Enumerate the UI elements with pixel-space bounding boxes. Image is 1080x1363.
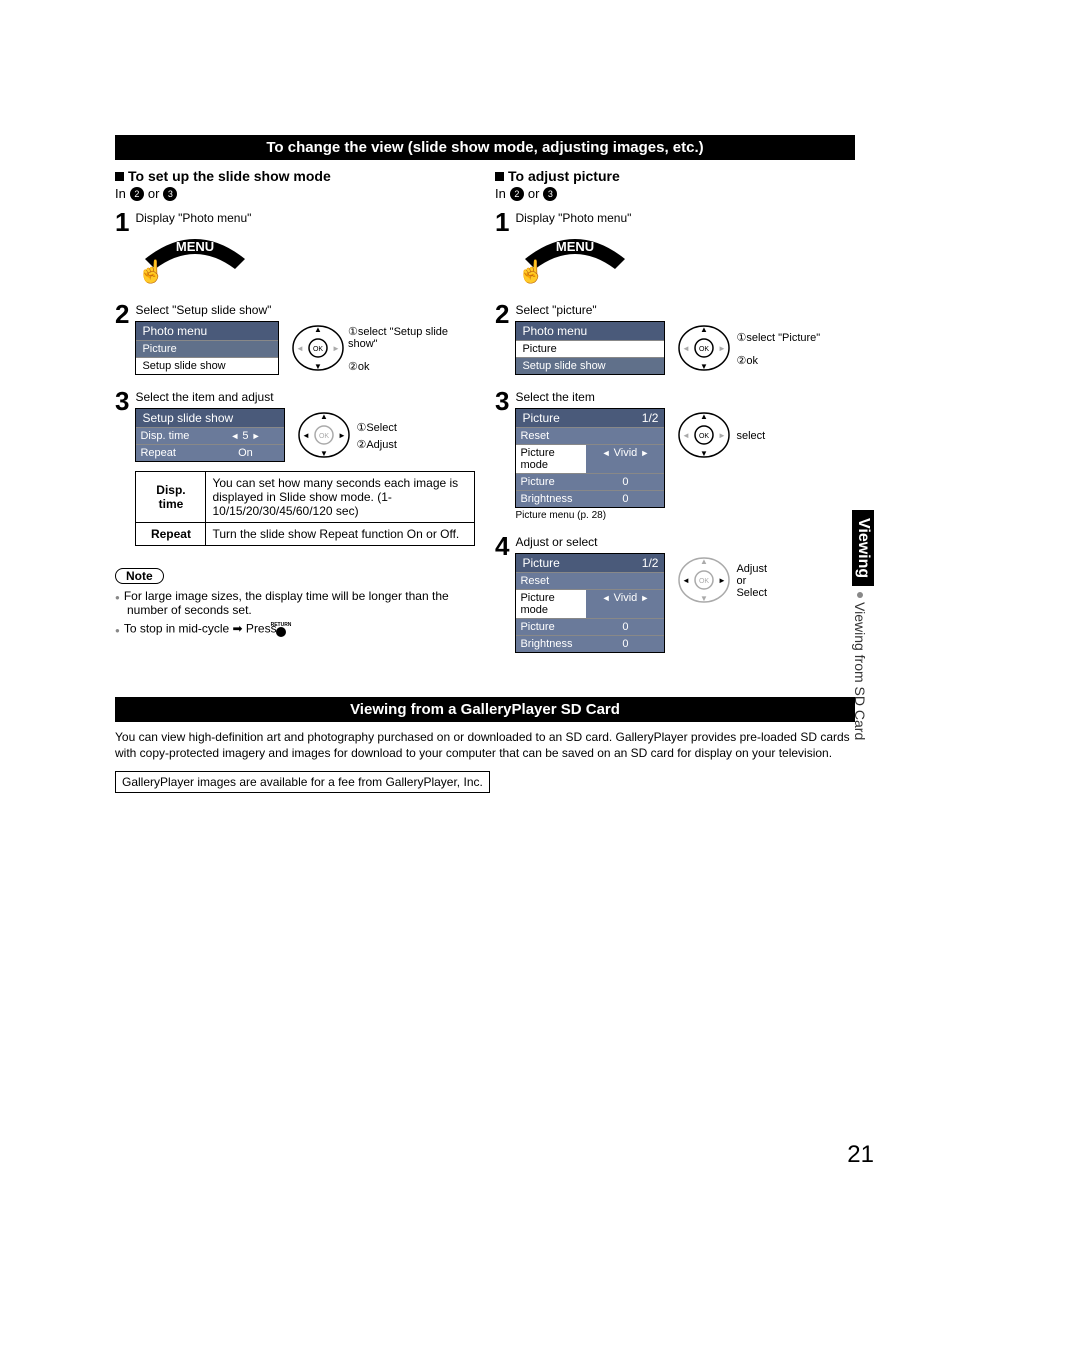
svg-text:◄: ◄ xyxy=(683,431,691,440)
definition-table: Disp. timeYou can set how many seconds e… xyxy=(135,471,475,546)
menu-item-picture: Picture xyxy=(516,340,664,357)
right-subhead: To adjust picture xyxy=(495,168,855,184)
two-column-layout: To set up the slide show mode In 2 or 3 … xyxy=(115,168,855,667)
menu-button-icon: MENU ☝ xyxy=(515,229,855,289)
notes-list: For large image sizes, the display time … xyxy=(115,589,475,640)
svg-text:◄: ◄ xyxy=(683,344,691,353)
svg-text:◄: ◄ xyxy=(303,431,311,440)
return-icon: RETURN xyxy=(280,619,294,640)
ok-pad-icon: OK ▲ ▼ ◄ ► xyxy=(677,408,732,463)
right-column: To adjust picture In 2 or 3 1 Display "P… xyxy=(495,168,855,667)
page-content: To change the view (slide show mode, adj… xyxy=(115,135,855,793)
svg-text:OK: OK xyxy=(699,578,709,585)
setup-slideshow-menu: Setup slide show Disp. time ◄ 5 ► Repeat… xyxy=(135,408,285,462)
svg-text:▲: ▲ xyxy=(701,557,709,566)
photo-menu-right: Photo menu Picture Setup slide show xyxy=(515,321,665,375)
right-step-1: 1 Display "Photo menu" MENU ☝ xyxy=(495,211,855,289)
menu-item-picture: Picture xyxy=(136,340,278,357)
note-pill: Note xyxy=(115,568,164,584)
right-in-row: In 2 or 3 xyxy=(495,186,855,201)
right-step-3: 3 Select the item Picture1/2 Reset Pictu… xyxy=(495,390,855,521)
ok-pad-icon: OK ▲ ▼ ◄ ► xyxy=(677,321,732,376)
picture-menu: Picture1/2 Reset Picture mode ◄ Vivid ► … xyxy=(515,408,665,508)
svg-text:◄: ◄ xyxy=(683,576,691,585)
picture-menu-note: Picture menu (p. 28) xyxy=(515,510,665,521)
svg-text:MENU: MENU xyxy=(556,239,594,254)
page-number: 21 xyxy=(847,1141,874,1169)
svg-text:►: ► xyxy=(719,344,727,353)
dot-icon xyxy=(857,592,863,598)
menu-arc-label: MENU xyxy=(176,239,214,254)
right-step-2: 2 Select "picture" Photo menu Picture Se… xyxy=(495,303,855,376)
svg-text:►: ► xyxy=(339,431,347,440)
svg-text:OK: OK xyxy=(313,346,323,353)
menu-item-setup-slideshow: Setup slide show xyxy=(516,357,664,374)
svg-text:◄: ◄ xyxy=(296,344,304,353)
ok-pad-icon: OK ▲ ▼ ◄ ► xyxy=(297,408,352,463)
left-step-2: 2 Select "Setup slide show" Photo menu P… xyxy=(115,303,475,376)
circled-3-icon: 3 xyxy=(543,187,557,201)
svg-text:OK: OK xyxy=(699,346,709,353)
galleryplayer-box: GalleryPlayer images are available for a… xyxy=(115,771,490,793)
galleryplayer-paragraph: You can view high-definition art and pho… xyxy=(115,730,855,761)
svg-text:►: ► xyxy=(719,431,727,440)
svg-text:►: ► xyxy=(719,576,727,585)
menu-button-icon: MENU ☝ xyxy=(135,229,475,289)
side-tab: Viewing Viewing from SD Card xyxy=(852,510,880,790)
circled-2-icon: 2 xyxy=(130,187,144,201)
svg-text:▼: ▼ xyxy=(701,594,709,603)
svg-text:▲: ▲ xyxy=(701,325,709,334)
svg-text:▼: ▼ xyxy=(314,362,322,371)
svg-text:▲: ▲ xyxy=(321,412,329,421)
svg-text:OK: OK xyxy=(319,433,329,440)
left-step-1: 1 Display "Photo menu" MENU ☝ xyxy=(115,211,475,289)
side-tab-sub: Viewing from SD Card xyxy=(852,592,868,740)
svg-text:▲: ▲ xyxy=(314,325,322,334)
svg-text:▼: ▼ xyxy=(321,449,329,458)
svg-text:OK: OK xyxy=(699,433,709,440)
section-header-2: Viewing from a GalleryPlayer SD Card xyxy=(115,697,855,722)
menu-item-setup-slideshow: Setup slide show xyxy=(136,357,278,374)
ok-pad-icon: OK ▲ ▼ ◄ ► xyxy=(677,553,732,608)
picture-menu-adjust: Picture1/2 Reset Picture mode ◄ Vivid ► … xyxy=(515,553,665,653)
section-header-1: To change the view (slide show mode, adj… xyxy=(115,135,855,160)
right-step-4: 4 Adjust or select Picture1/2 Reset Pict… xyxy=(495,535,855,653)
hand-icon: ☝ xyxy=(137,259,164,285)
ok-pad-icon: OK ▲ ▼ ◄ ► xyxy=(291,321,344,376)
left-step-3: 3 Select the item and adjust Setup slide… xyxy=(115,390,475,546)
side-tab-main: Viewing xyxy=(852,510,874,586)
left-subhead: To set up the slide show mode xyxy=(115,168,475,184)
circled-3-icon: 3 xyxy=(163,187,177,201)
photo-menu-left: Photo menu Picture Setup slide show xyxy=(135,321,279,375)
svg-text:►: ► xyxy=(332,344,340,353)
svg-text:▲: ▲ xyxy=(701,412,709,421)
circled-2-icon: 2 xyxy=(510,187,524,201)
left-in-row: In 2 or 3 xyxy=(115,186,475,201)
hand-icon: ☝ xyxy=(517,259,544,285)
svg-text:▼: ▼ xyxy=(701,449,709,458)
svg-text:▼: ▼ xyxy=(701,362,709,371)
left-column: To set up the slide show mode In 2 or 3 … xyxy=(115,168,475,667)
